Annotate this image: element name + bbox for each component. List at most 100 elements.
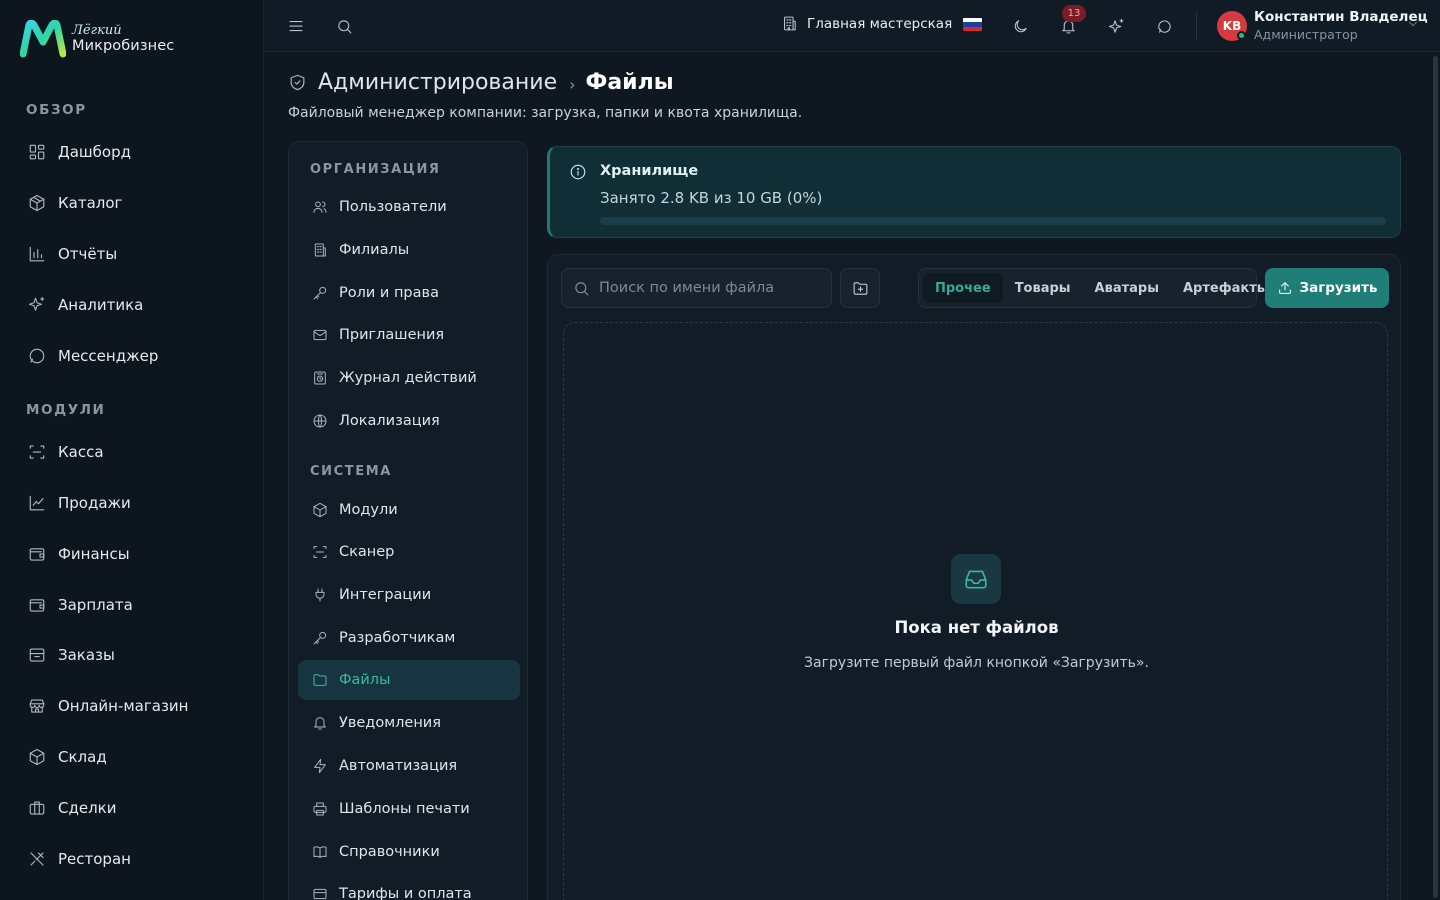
book-icon xyxy=(311,843,329,861)
users-icon xyxy=(311,198,329,216)
scrollbar-thumb[interactable] xyxy=(1433,56,1438,898)
admin-item-label: Тарифы и оплата xyxy=(339,886,472,900)
admin-item-localization[interactable]: Локализация xyxy=(298,401,520,441)
admin-item-automation[interactable]: Автоматизация xyxy=(298,746,520,786)
admin-item-directories[interactable]: Справочники xyxy=(298,832,520,872)
upload-button[interactable]: Загрузить xyxy=(1265,268,1389,308)
admin-item-billing[interactable]: Тарифы и оплата xyxy=(298,874,520,900)
file-search-box[interactable] xyxy=(561,268,832,308)
card-icon xyxy=(311,885,329,900)
file-category-tabs: Прочее Товары Аватары Артефакты xyxy=(918,268,1269,308)
sidebar-item-finance[interactable]: Финансы xyxy=(26,541,130,567)
admin-item-label: Уведомления xyxy=(339,715,441,731)
sidebar-item-cashier[interactable]: Касса xyxy=(26,439,104,465)
tab-products[interactable]: Товары xyxy=(1003,273,1083,303)
admin-item-label: Автоматизация xyxy=(339,758,458,774)
sidebar-item-catalog[interactable]: Каталог xyxy=(26,190,122,216)
sidebar-item-payroll[interactable]: Зарплата xyxy=(26,592,133,618)
chat-icon xyxy=(1157,19,1171,33)
user-name[interactable]: Константин Владелец xyxy=(1254,9,1428,25)
admin-item-modules[interactable]: Модули xyxy=(298,490,520,530)
admin-item-print-templates[interactable]: Шаблоны печати xyxy=(298,789,520,829)
sidebar-item-restaurant[interactable]: Ресторан xyxy=(26,846,131,872)
sidebar-item-label: Заказы xyxy=(58,646,115,664)
user-role: Администратор xyxy=(1254,27,1358,42)
sidebar-item-warehouse[interactable]: Склад xyxy=(26,744,107,770)
messages-button[interactable] xyxy=(1152,14,1176,38)
sidebar-item-sales[interactable]: Продажи xyxy=(26,490,131,516)
new-folder-button[interactable] xyxy=(840,268,880,308)
admin-section-organization: ОРГАНИЗАЦИЯ xyxy=(310,162,441,177)
flag-stripe-red xyxy=(963,26,982,31)
scan-icon xyxy=(26,441,48,463)
breadcrumb-admin-link[interactable]: Администрирование xyxy=(318,70,557,95)
admin-item-label: Интеграции xyxy=(339,587,432,603)
sidebar-item-label: Каталог xyxy=(58,194,123,212)
sidebar-item-label: Касса xyxy=(58,443,104,461)
admin-item-files[interactable]: Файлы xyxy=(298,660,520,700)
workshop-selector[interactable]: Главная мастерская xyxy=(781,15,952,33)
admin-item-label: Сканер xyxy=(339,544,395,560)
file-search-input[interactable] xyxy=(599,280,819,296)
admin-item-notifications[interactable]: Уведомления xyxy=(298,703,520,743)
wallet-icon xyxy=(26,594,48,616)
search-icon xyxy=(337,19,351,33)
history-icon xyxy=(311,369,329,387)
reports-icon xyxy=(26,243,48,265)
file-dropzone[interactable]: Пока нет файлов Загрузите первый файл кн… xyxy=(563,322,1388,900)
box-icon xyxy=(26,746,48,768)
admin-item-scanner[interactable]: Сканер xyxy=(298,532,520,572)
folder-plus-icon xyxy=(853,281,867,295)
search-button[interactable] xyxy=(332,14,356,38)
sidebar-item-label: Ресторан xyxy=(58,850,131,868)
sidebar-item-dashboard[interactable]: Дашборд xyxy=(26,139,131,165)
building-icon xyxy=(311,241,329,259)
topbar: Главная мастерская 13 KB Константин Влад… xyxy=(264,0,1440,52)
admin-item-invitations[interactable]: Приглашения xyxy=(298,315,520,355)
user-menu-chevron-down-icon[interactable] xyxy=(1406,17,1420,31)
theme-toggle-button[interactable] xyxy=(1008,14,1032,38)
sidebar: Лёгкий Микробизнес ОБЗОР Дашборд Каталог… xyxy=(0,0,264,900)
admin-item-audit-log[interactable]: Журнал действий xyxy=(298,358,520,398)
dashboard-icon xyxy=(26,141,48,163)
box-icon xyxy=(311,501,329,519)
tab-other[interactable]: Прочее xyxy=(923,273,1003,303)
page-subtitle: Файловый менеджер компании: загрузка, па… xyxy=(288,105,803,121)
sidebar-item-label: Продажи xyxy=(58,494,131,512)
printer-icon xyxy=(311,800,329,818)
sidebar-item-orders[interactable]: Заказы xyxy=(26,642,115,668)
workshop-name: Главная мастерская xyxy=(807,16,953,32)
sidebar-section-modules: МОДУЛИ xyxy=(26,402,106,418)
sidebar-item-analytics[interactable]: Аналитика xyxy=(26,292,143,318)
admin-nav-panel: ОРГАНИЗАЦИЯ Пользователи Филиалы Роли и … xyxy=(288,141,528,900)
tab-avatars[interactable]: Аватары xyxy=(1083,273,1171,303)
sparkles-icon xyxy=(1108,18,1123,33)
sidebar-item-reports[interactable]: Отчёты xyxy=(26,241,117,267)
page-title: Файлы xyxy=(585,70,674,95)
brand-logo[interactable]: Лёгкий Микробизнес xyxy=(20,20,174,58)
globe-icon xyxy=(311,412,329,430)
language-flag-button[interactable] xyxy=(963,18,982,31)
sidebar-item-online-store[interactable]: Онлайн-магазин xyxy=(26,693,188,719)
admin-item-developers[interactable]: Разработчикам xyxy=(298,618,520,658)
sidebar-item-deals[interactable]: Сделки xyxy=(26,795,116,821)
page-scrollbar[interactable] xyxy=(1430,52,1440,900)
admin-item-branches[interactable]: Филиалы xyxy=(298,230,520,270)
menu-toggle-button[interactable] xyxy=(284,14,308,38)
ai-assistant-button[interactable] xyxy=(1104,14,1128,38)
storage-title: Хранилище xyxy=(600,163,699,179)
admin-item-label: Модули xyxy=(339,502,398,518)
sidebar-item-messenger[interactable]: Мессенджер xyxy=(26,343,158,369)
bell-icon xyxy=(311,714,329,732)
key-icon xyxy=(311,629,329,647)
sidebar-item-label: Склад xyxy=(58,748,107,766)
upload-button-label: Загрузить xyxy=(1299,280,1378,296)
trend-icon xyxy=(26,492,48,514)
plug-icon xyxy=(311,586,329,604)
admin-item-integrations[interactable]: Интеграции xyxy=(298,575,520,615)
shield-icon xyxy=(288,73,308,93)
sidebar-item-label: Отчёты xyxy=(58,245,118,263)
chat-icon xyxy=(26,345,48,367)
admin-item-roles[interactable]: Роли и права xyxy=(298,273,520,313)
admin-item-users[interactable]: Пользователи xyxy=(298,187,520,227)
